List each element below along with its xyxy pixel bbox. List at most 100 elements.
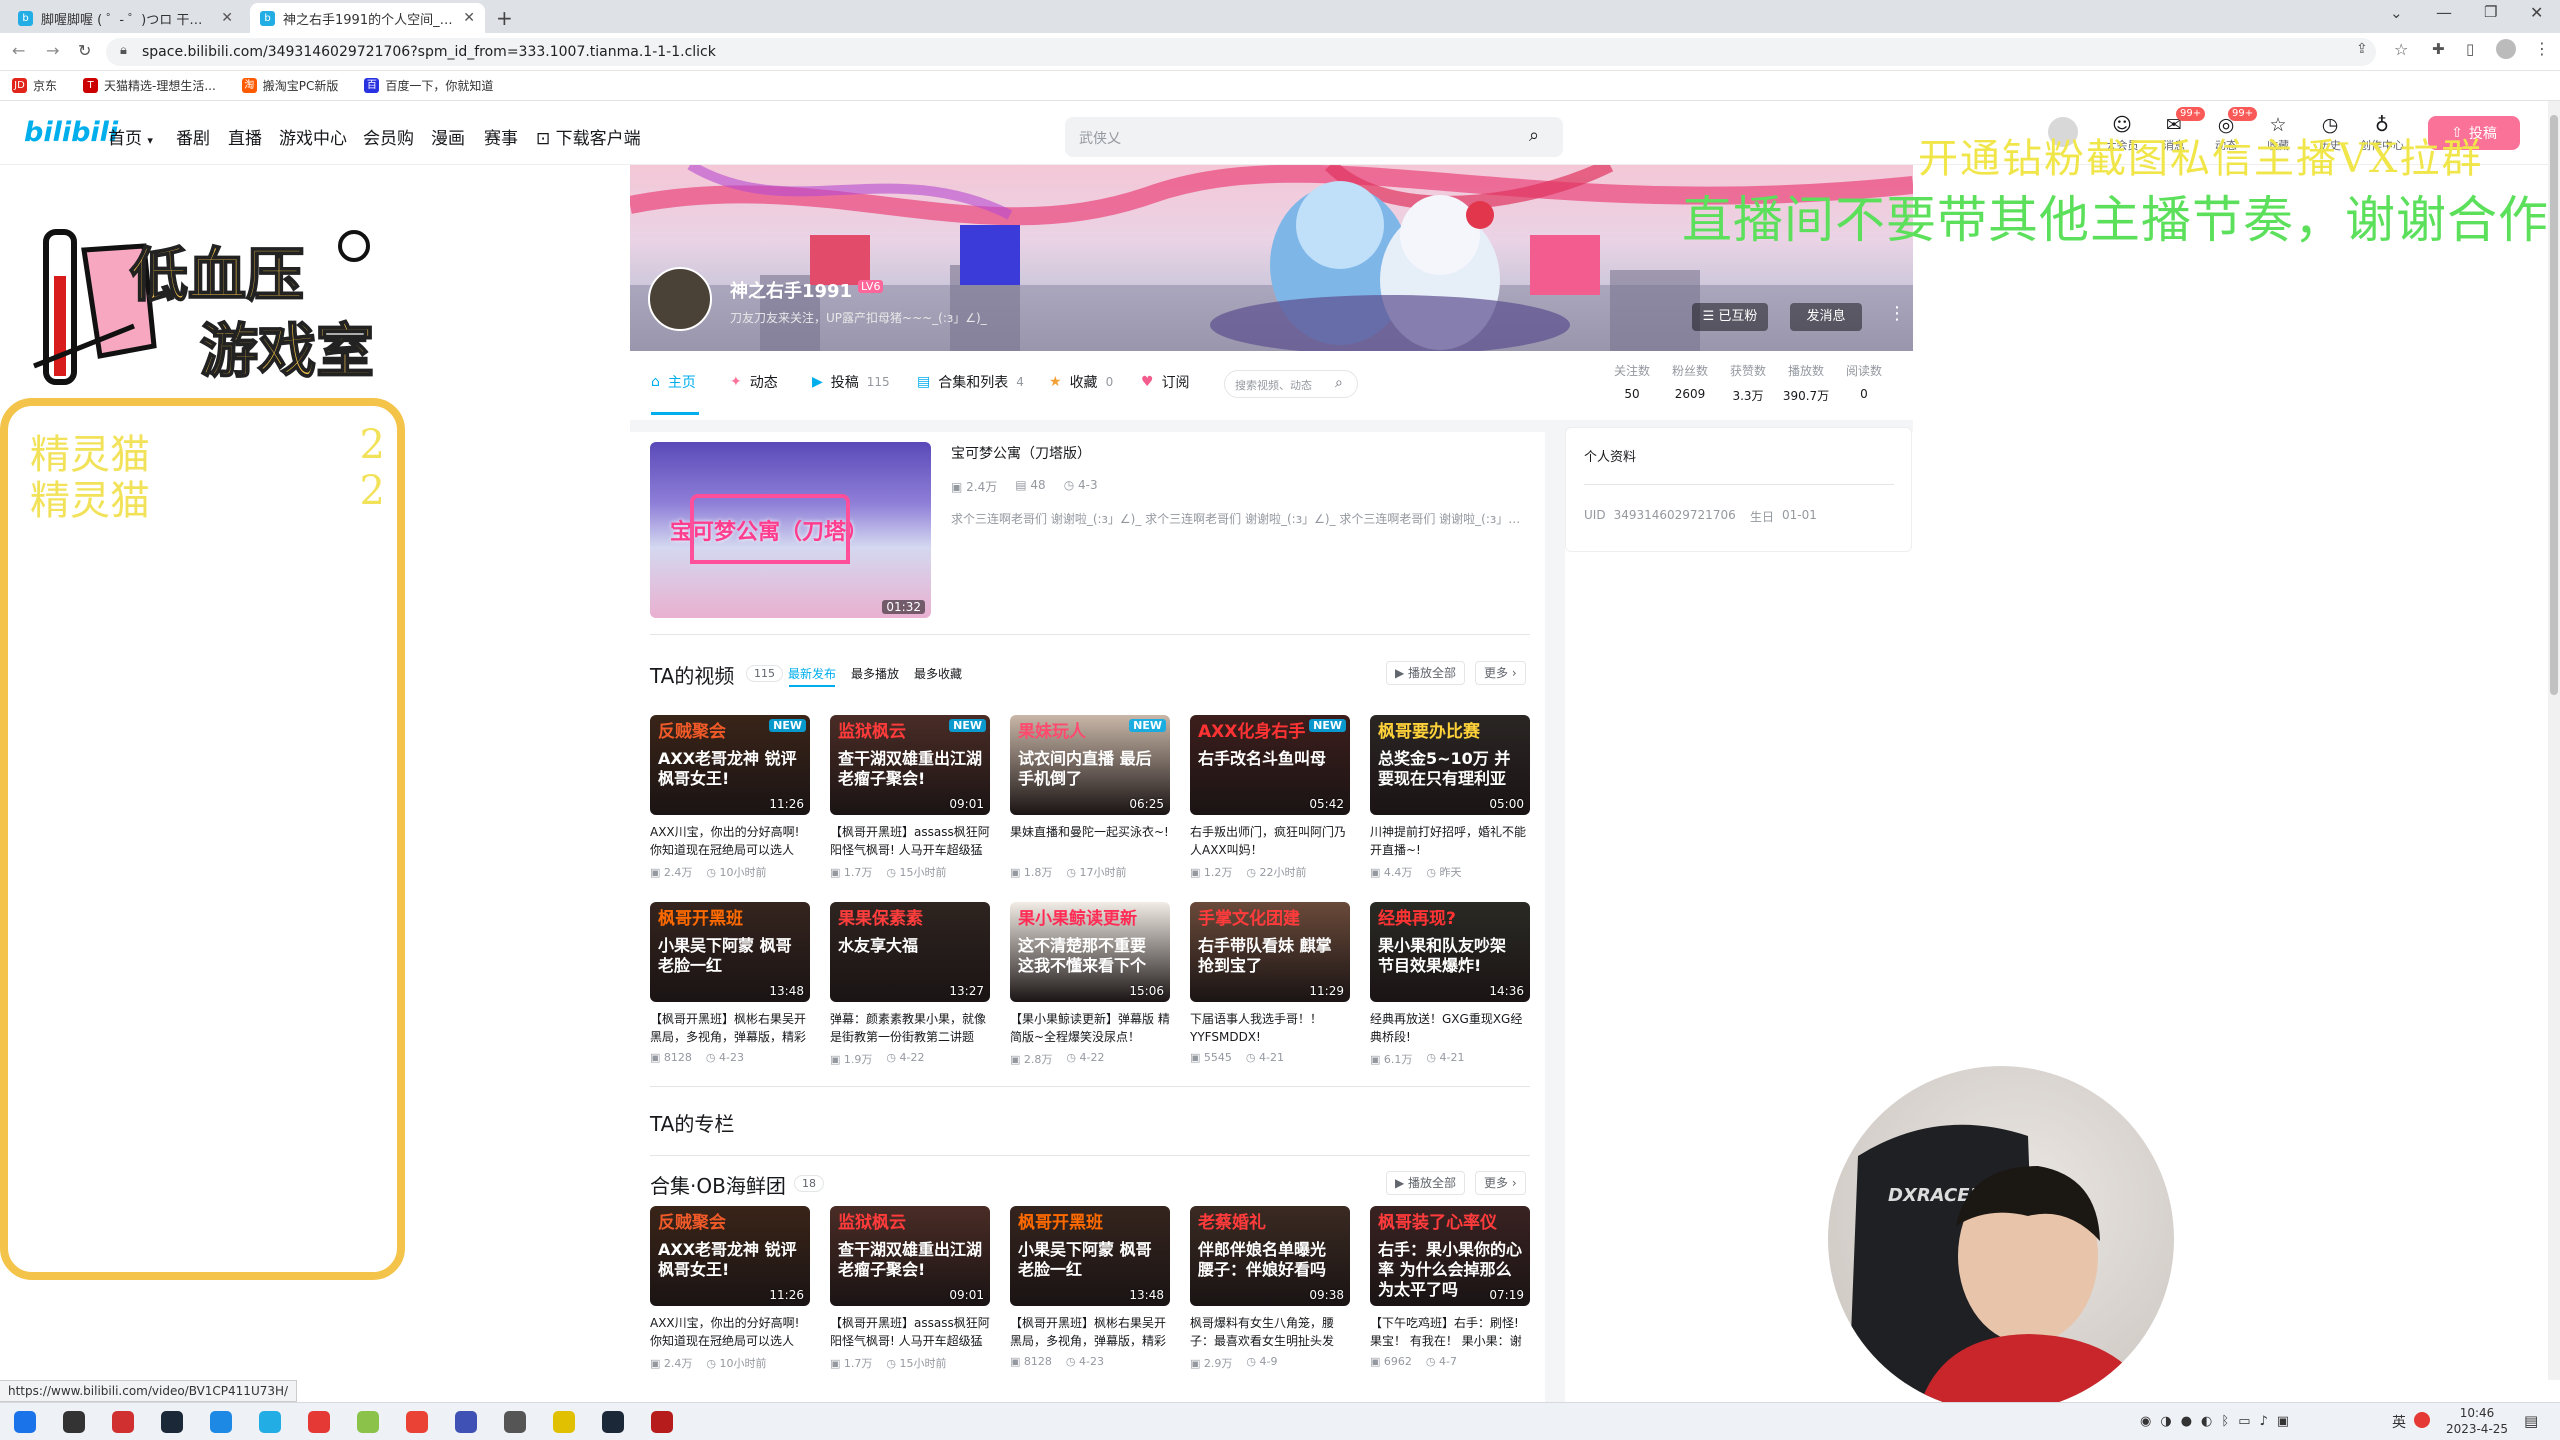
bili-search-box[interactable]: 武侠乂 ⌕ (1065, 117, 1563, 157)
search-input[interactable]: 武侠乂 (1079, 128, 1121, 148)
profile-search-box[interactable]: 搜索视频、动态 ⌕ (1224, 370, 1358, 398)
bookmark-item[interactable]: JD 京东 (12, 77, 57, 94)
video-card[interactable]: 枫哥要办比赛 总奖金5~10万 并要现在只有理利亚 05:00 川神提前打好招呼，婚礼… (1370, 715, 1530, 880)
nav-item-game-center[interactable]: 游戏中心 (279, 124, 347, 149)
start-icon[interactable] (14, 1411, 36, 1433)
profile-search-input[interactable]: 搜索视频、动态 (1235, 377, 1312, 393)
share-icon[interactable]: ⇪ (2356, 41, 2368, 57)
video-title[interactable]: 下届语事人我选手哥！！ YYFSMDDX! (1190, 1010, 1350, 1046)
more-options-icon[interactable]: ⋮ (1888, 303, 1906, 324)
video-card[interactable]: 果果保素素 水友享大福 13:27 弹幕：颜素素教果小果，就像是街教第一份街教第二讲题… (830, 902, 990, 1067)
close-window-icon[interactable]: ✕ (2530, 3, 2543, 22)
video-title[interactable]: 【枫哥开黑班】枫彬右果吴开黑局，多视角，弹幕版，精彩 (1010, 1314, 1170, 1350)
app-icon-3[interactable] (308, 1411, 330, 1433)
tray-icon[interactable]: ● (2181, 1414, 2192, 1429)
close-tab-icon[interactable]: ✕ (221, 10, 233, 26)
video-title[interactable]: 川神提前打好招呼，婚礼不能开直播~! (1370, 823, 1530, 859)
video-title[interactable]: 【下午吃鸡班】右手：刷怪! 果宝！ 有我在！ 果小果：谢谢 (1370, 1314, 1530, 1350)
video-thumbnail[interactable]: 枫哥开黑班 小果吴下阿蒙 枫哥老脸一红 13:48 (650, 902, 810, 1002)
collection-more-button[interactable]: 更多 › (1475, 1171, 1526, 1195)
video-card[interactable]: 监狱枫云 查干湖双雄重出江湖 老瘤子聚会! 09:01 NEW 【枫哥开黑班】assas… (830, 715, 990, 880)
scrollbar-thumb[interactable] (2550, 115, 2558, 695)
forward-icon[interactable]: → (46, 41, 59, 60)
app-icon-6[interactable] (504, 1411, 526, 1433)
video-thumbnail[interactable]: 监狱枫云 查干湖双雄重出江湖 老瘤子聚会! 09:01 (830, 1206, 990, 1306)
app-icon-7[interactable] (553, 1411, 575, 1433)
video-title[interactable]: 右手叛出师门，疯狂叫阿门乃人AXX叫妈！ (1190, 823, 1350, 859)
clock[interactable]: 10:46 2023-4-25 (2442, 1405, 2512, 1437)
search-icon[interactable] (63, 1411, 85, 1433)
sidepanel-icon[interactable]: ▯ (2466, 40, 2474, 58)
video-card[interactable]: 果小果鲸读更新 这不清楚那不重要 这我不懂来看下个 15:06 【果小果鲸读更新】弹幕… (1010, 902, 1170, 1067)
minimize-icon[interactable]: — (2436, 3, 2452, 22)
search-icon[interactable]: ⌕ (1529, 125, 1539, 146)
nav-item-mall[interactable]: 会员购 (363, 124, 414, 149)
tab-collections[interactable]: ▤ 合集和列表 4 (917, 372, 1024, 392)
sort-most-favorited[interactable]: 最多收藏 (914, 665, 962, 682)
browser-tab-active[interactable]: b 神之右手1991的个人空间_哔哩 ✕ (250, 3, 485, 33)
steam-icon-2[interactable] (602, 1411, 624, 1433)
video-card[interactable]: 枫哥开黑班 小果吴下阿蒙 枫哥老脸一红 13:48 【枫哥开黑班】枫彬右果吴开黑局，多… (650, 902, 810, 1064)
tab-favorites[interactable]: ★ 收藏 0 (1049, 372, 1113, 392)
app-icon-2[interactable] (210, 1411, 232, 1433)
video-card[interactable]: 反贼聚会 AXX老哥龙神 锐评枫哥女王! 11:26 AXX川宝，你出的分好高啊! 你… (650, 1206, 810, 1371)
tab-subscriptions[interactable]: ♥ 订阅 (1141, 372, 1190, 392)
video-card[interactable]: 手掌文化团建 右手带队看妹 麒掌抢到宝了 11:29 下届语事人我选手哥！！ YYFS… (1190, 902, 1350, 1064)
app-tray-icon[interactable] (2414, 1412, 2430, 1428)
stat-following[interactable]: 关注数 50 (1604, 362, 1660, 401)
bookmark-item[interactable]: T 天猫精选-理想生活... (83, 77, 216, 94)
stat-fans[interactable]: 粉丝数 2609 (1662, 362, 1718, 401)
video-thumbnail[interactable]: 枫哥要办比赛 总奖金5~10万 并要现在只有理利亚 05:00 (1370, 715, 1530, 815)
video-card[interactable]: 枫哥开黑班 小果吴下阿蒙 枫哥老脸一红 13:48 【枫哥开黑班】枫彬右果吴开黑局，多… (1010, 1206, 1170, 1368)
video-title[interactable]: 弹幕：颜素素教果小果，就像是街教第一份街教第二讲题 (830, 1010, 990, 1046)
notification-icon[interactable]: ▤ (2524, 1412, 2538, 1430)
profile-avatar[interactable] (648, 267, 712, 331)
steam-icon[interactable] (161, 1411, 183, 1433)
nav-item-live[interactable]: 直播 (228, 124, 262, 149)
ime-indicator[interactable]: 英 (2392, 1412, 2406, 1432)
new-tab-button[interactable]: + (496, 6, 513, 30)
bookmark-star-icon[interactable]: ☆ (2394, 40, 2408, 59)
video-title[interactable]: 果妹直播和曼陀一起买泳衣~! (1010, 823, 1170, 859)
tray-icon[interactable]: ◑ (2160, 1414, 2171, 1429)
more-button[interactable]: 更多 › (1475, 661, 1526, 685)
tab-search-icon[interactable]: ⌄ (2390, 4, 2403, 22)
nav-item-anime[interactable]: 番剧 (176, 124, 210, 149)
video-thumbnail[interactable]: 手掌文化团建 右手带队看妹 麒掌抢到宝了 11:29 (1190, 902, 1350, 1002)
video-thumbnail[interactable]: 经典再现? 果小果和队友吵架 节目效果爆炸! 14:36 (1370, 902, 1530, 1002)
app-icon-5[interactable] (455, 1411, 477, 1433)
reload-icon[interactable]: ↻ (78, 41, 91, 60)
video-thumbnail[interactable]: 果果保素素 水友享大福 13:27 (830, 902, 990, 1002)
video-card[interactable]: 监狱枫云 查干湖双雄重出江湖 老瘤子聚会! 09:01 【枫哥开黑班】assass枫狂… (830, 1206, 990, 1371)
video-card[interactable]: 枫哥装了心率仪 右手：果小果你的心率 为什么会掉那么为太平了吗 07:19 【下午吃鸡… (1370, 1206, 1530, 1368)
video-thumbnail[interactable]: AXX化身右手 右手改名斗鱼叫母 05:42 NEW (1190, 715, 1350, 815)
extensions-icon[interactable]: ✚ (2432, 40, 2445, 58)
maximize-icon[interactable]: ❐ (2484, 3, 2497, 21)
video-title[interactable]: AXX川宝，你出的分好高啊! 你知道现在冠绝局可以选人 (650, 823, 810, 859)
chrome-icon[interactable] (406, 1411, 428, 1433)
network-icon[interactable]: ▭ (2238, 1414, 2250, 1429)
tray-icon[interactable]: ◉ (2140, 1414, 2151, 1429)
tray-icon[interactable]: ◐ (2201, 1414, 2212, 1429)
bilibili-icon[interactable] (259, 1411, 281, 1433)
tray-icon[interactable]: ▣ (2277, 1414, 2289, 1429)
followed-button[interactable]: ☰ 已互粉 (1692, 303, 1768, 331)
volume-icon[interactable]: ♪ (2259, 1414, 2267, 1429)
message-button[interactable]: 发消息 (1790, 303, 1862, 331)
video-title[interactable]: AXX川宝，你出的分好高啊! 你知道现在冠绝局可以选人 (650, 1314, 810, 1350)
app-icon-4[interactable] (357, 1411, 379, 1433)
featured-video-thumb[interactable]: 宝可梦公寓（刀塔） 01:32 (650, 442, 931, 618)
video-card[interactable]: 果妹玩人 试衣间内直播 最后手机倒了 06:25 NEW 果妹直播和曼陀一起买泳衣~! ▣… (1010, 715, 1170, 880)
video-thumbnail[interactable]: 枫哥装了心率仪 右手：果小果你的心率 为什么会掉那么为太平了吗 07:19 (1370, 1206, 1530, 1306)
video-title[interactable]: 【枫哥开黑班】枫彬右果吴开黑局，多视角，弹幕版，精彩 (650, 1010, 810, 1046)
url-text[interactable]: space.bilibili.com/3493146029721706?spm_… (142, 44, 1342, 60)
nav-item-download[interactable]: ⊡ 下载客户端 (536, 124, 641, 149)
video-card[interactable]: 反贼聚会 AXX老哥龙神 锐评枫哥女王! 11:26 NEW AXX川宝，你出的分好高啊… (650, 715, 810, 880)
tab-home[interactable]: ⌂ 主页 (651, 372, 696, 392)
sort-latest[interactable]: 最新发布 (788, 665, 836, 682)
video-title[interactable]: 【枫哥开黑班】assass枫狂阿阳怪气枫哥! 人马开车超级猛 (830, 1314, 990, 1350)
video-thumbnail[interactable]: 反贼聚会 AXX老哥龙神 锐评枫哥女王! 11:26 NEW (650, 715, 810, 815)
app-icon-1[interactable] (112, 1411, 134, 1433)
profile-avatar-icon[interactable] (2496, 39, 2516, 59)
video-thumbnail[interactable]: 老蔡婚礼 伴郎伴娘名单曝光 腰子：伴娘好看吗 09:38 (1190, 1206, 1350, 1306)
